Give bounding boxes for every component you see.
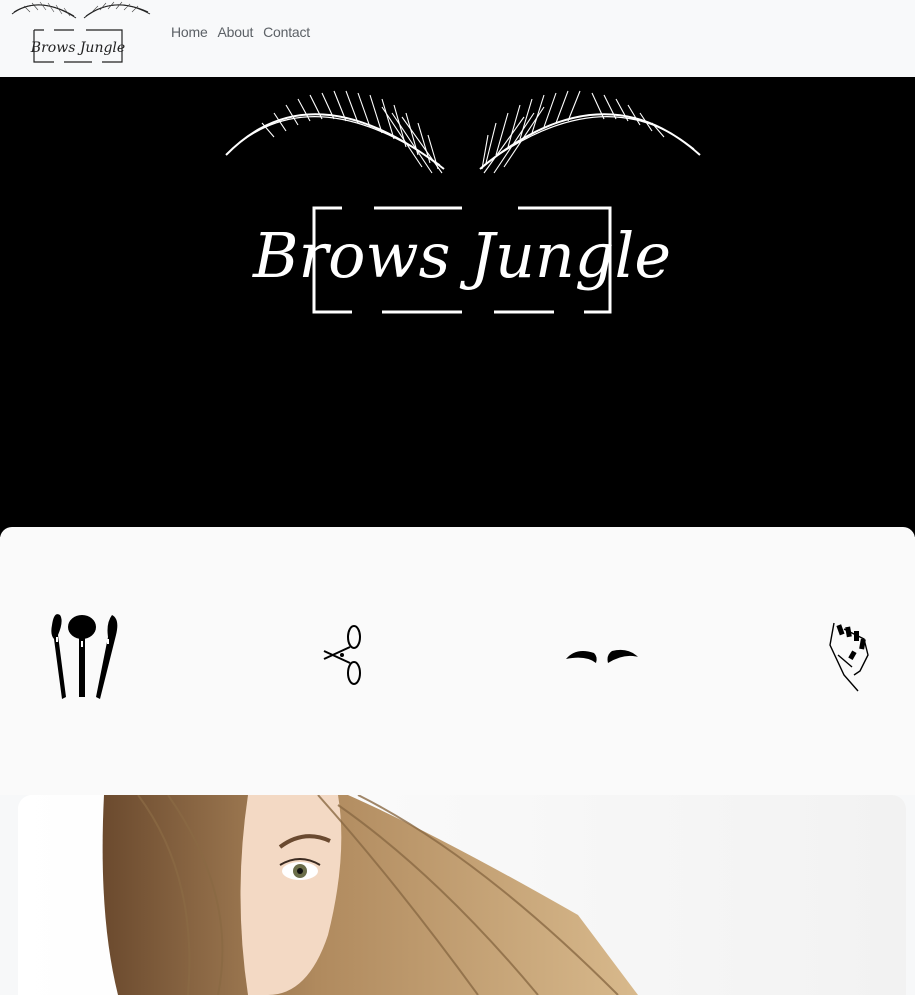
hero-banner: Brows Jungle: [0, 77, 915, 537]
hero-logo: Brows Jungle: [225, 90, 701, 314]
scissors-icon: [323, 625, 361, 685]
svg-text:Brows Jungle: Brows Jungle: [252, 219, 671, 292]
brand-logo[interactable]: Brows Jungle: [4, 0, 154, 72]
svg-text:Brows Jungle: Brows Jungle: [30, 40, 125, 56]
hero-photo-card: [18, 795, 906, 995]
makeup-brushes-icon: [51, 614, 118, 699]
nav-contact-link[interactable]: Contact: [263, 24, 310, 40]
navbar: Brows Jungle Home About Contact: [0, 0, 915, 77]
nav-home-link[interactable]: Home: [171, 24, 208, 40]
services-section: [0, 527, 915, 795]
woman-hair-photo: [18, 795, 906, 995]
eyebrows-icon: [566, 649, 638, 663]
right-brow-graphic: [479, 113, 701, 170]
nav-links: Home About Contact: [171, 24, 310, 40]
nav-about-link[interactable]: About: [218, 24, 254, 40]
nail-polish-hand-icon: [829, 622, 869, 692]
